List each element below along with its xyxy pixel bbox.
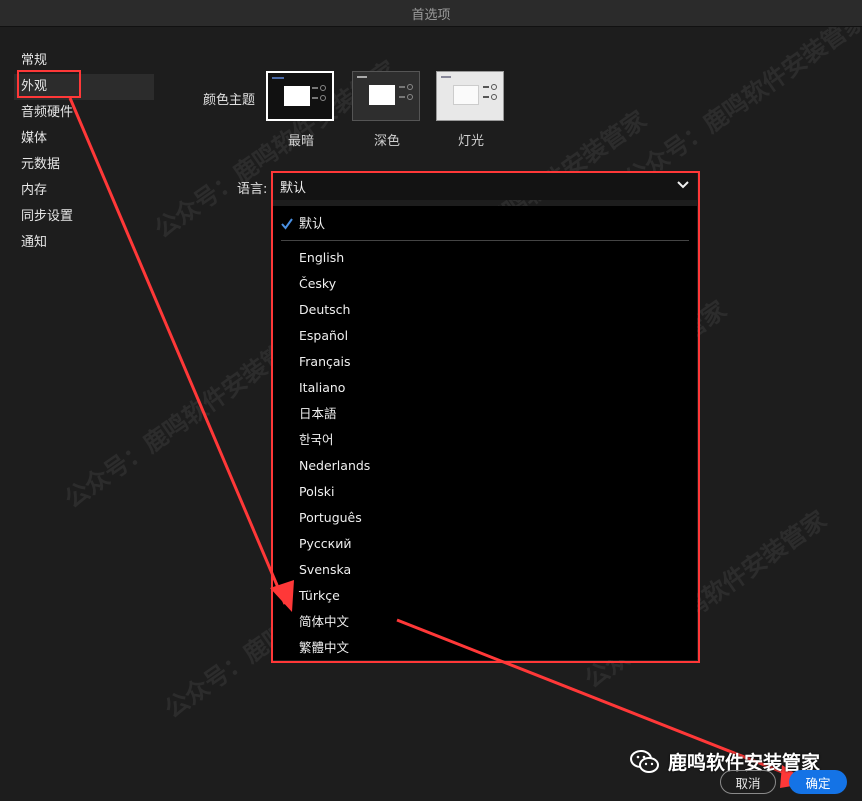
language-label: 语言: bbox=[237, 182, 268, 197]
language-option[interactable]: 日本語 bbox=[299, 401, 337, 427]
theme-name: 最暗 bbox=[287, 134, 314, 149]
chevron-down-icon bbox=[677, 181, 689, 189]
language-option[interactable]: Polski bbox=[299, 479, 334, 505]
theme-name: 深色 bbox=[373, 134, 400, 149]
language-option[interactable]: Türkçe bbox=[299, 583, 340, 609]
color-theme-label: 颜色主题 bbox=[203, 93, 256, 108]
language-option-simplified-chinese[interactable]: 简体中文 bbox=[299, 609, 349, 635]
language-select[interactable]: 默认 bbox=[273, 172, 697, 200]
theme-light[interactable]: 灯光 bbox=[436, 71, 506, 149]
menu-divider bbox=[281, 240, 689, 241]
sidebar-item-metadata[interactable]: 元数据 bbox=[14, 152, 154, 178]
sidebar-item-sync-settings[interactable]: 同步设置 bbox=[14, 204, 154, 230]
cancel-button[interactable]: 取消 bbox=[720, 770, 776, 794]
language-option-default[interactable]: 默认 bbox=[299, 212, 325, 238]
window-title-bar[interactable]: 首选项 bbox=[0, 0, 862, 27]
language-option[interactable]: English bbox=[299, 245, 344, 271]
language-option[interactable]: Español bbox=[299, 323, 348, 349]
sidebar-item-media[interactable]: 媒体 bbox=[14, 126, 154, 152]
language-dropdown-menu: 默认 English Česky Deutsch Español Françai… bbox=[273, 206, 697, 660]
language-selected-value: 默认 bbox=[280, 180, 307, 196]
checkmark-icon bbox=[281, 218, 293, 230]
watermark-text: 公众号：鹿鸣软件安装管家 bbox=[619, 5, 862, 194]
language-option[interactable]: Italiano bbox=[299, 375, 345, 401]
sidebar-item-general[interactable]: 常规 bbox=[14, 48, 154, 74]
language-option[interactable]: Nederlands bbox=[299, 453, 370, 479]
language-option[interactable]: Svenska bbox=[299, 557, 351, 583]
language-option[interactable]: Français bbox=[299, 349, 351, 375]
language-option[interactable]: Русский bbox=[299, 531, 351, 557]
theme-name: 灯光 bbox=[457, 134, 484, 149]
ok-button[interactable]: 确定 bbox=[789, 770, 847, 794]
sidebar-item-notifications[interactable]: 通知 bbox=[14, 230, 154, 256]
theme-dark-thumbnail[interactable] bbox=[352, 71, 420, 121]
preferences-sidebar: 常规 外观 音频硬件 媒体 元数据 内存 同步设置 通知 bbox=[14, 48, 154, 256]
theme-light-thumbnail[interactable] bbox=[436, 71, 504, 121]
theme-darkest-thumbnail[interactable] bbox=[266, 71, 334, 121]
wechat-icon bbox=[630, 749, 659, 773]
theme-dark[interactable]: 深色 bbox=[352, 71, 422, 149]
language-option[interactable]: Português bbox=[299, 505, 362, 531]
sidebar-item-audio-hardware[interactable]: 音频硬件 bbox=[14, 100, 154, 126]
theme-darkest[interactable]: 最暗 bbox=[266, 71, 336, 149]
sidebar-item-appearance[interactable]: 外观 bbox=[14, 74, 154, 100]
language-option[interactable]: Deutsch bbox=[299, 297, 350, 323]
language-option[interactable]: Česky bbox=[299, 271, 336, 297]
language-option[interactable]: 한국어 bbox=[299, 427, 334, 453]
language-option[interactable]: 繁體中文 bbox=[299, 635, 349, 661]
sidebar-item-memory[interactable]: 内存 bbox=[14, 178, 154, 204]
window-title: 首选项 bbox=[411, 7, 451, 23]
